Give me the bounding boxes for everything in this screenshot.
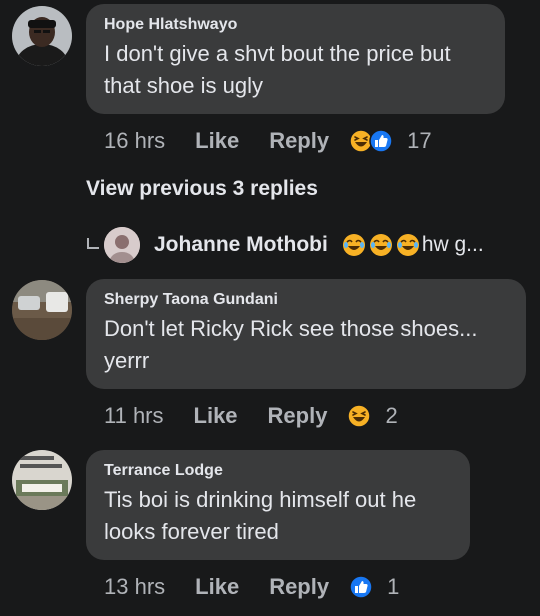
laughing-emoji-icon bbox=[342, 234, 365, 256]
reply-button[interactable]: Reply bbox=[269, 128, 329, 154]
comment-author[interactable]: Terrance Lodge bbox=[104, 462, 452, 480]
comment-text: looks forever tired bbox=[104, 519, 279, 544]
reaction-count: 2 bbox=[385, 403, 398, 428]
comment-text: that shoe is ugly bbox=[104, 73, 263, 98]
like-button[interactable]: Like bbox=[195, 128, 239, 154]
reactions-summary[interactable] bbox=[349, 129, 393, 153]
comments-thread: Hope Hlatshwayo I don't give a shvt bout… bbox=[0, 0, 540, 616]
comment-author[interactable]: Sherpy Taona Gundani bbox=[104, 291, 508, 309]
comment-actions: 16 hrs Like Reply 17 bbox=[104, 126, 432, 156]
comment-bubble: Terrance Lodge Tis boi is drinking himse… bbox=[86, 450, 470, 560]
reply-button[interactable]: Reply bbox=[269, 574, 329, 600]
laughing-emoji-icon bbox=[369, 234, 392, 256]
profile-photo-icon bbox=[12, 6, 72, 66]
like-icon bbox=[369, 129, 393, 153]
profile-photo-icon bbox=[12, 280, 72, 340]
like-button[interactable]: Like bbox=[194, 403, 238, 429]
avatar[interactable] bbox=[12, 280, 72, 340]
comment-text: yerrr bbox=[104, 348, 150, 373]
profile-photo-icon bbox=[12, 450, 72, 510]
avatar[interactable] bbox=[12, 450, 72, 510]
emoji-group bbox=[342, 233, 420, 257]
reactions-summary[interactable] bbox=[349, 575, 373, 599]
reaction-count: 1 bbox=[387, 574, 400, 599]
reply-author[interactable]: Johanne Mothobi bbox=[154, 233, 328, 257]
timestamp[interactable]: 13 hrs bbox=[104, 574, 165, 600]
comment-author[interactable]: Hope Hlatshwayo bbox=[104, 16, 487, 34]
reaction-count: 17 bbox=[407, 128, 432, 153]
comment-actions: 13 hrs Like Reply 1 bbox=[104, 572, 399, 602]
laughing-emoji-icon bbox=[396, 234, 419, 256]
like-button[interactable]: Like bbox=[195, 574, 239, 600]
view-previous-replies-link[interactable]: View previous 3 replies bbox=[86, 177, 318, 201]
timestamp[interactable]: 11 hrs bbox=[104, 403, 164, 429]
comment-text: Don't let Ricky Rick see those shoes... bbox=[104, 316, 478, 341]
comment-bubble: Sherpy Taona Gundani Don't let Ricky Ric… bbox=[86, 279, 526, 389]
comment-bubble: Hope Hlatshwayo I don't give a shvt bout… bbox=[86, 4, 505, 114]
like-icon bbox=[349, 575, 373, 599]
reply-button[interactable]: Reply bbox=[268, 403, 328, 429]
timestamp[interactable]: 16 hrs bbox=[104, 128, 165, 154]
reply-preview-text: hw g... bbox=[421, 233, 484, 256]
comment-text: Tis boi is drinking himself out he bbox=[104, 487, 417, 512]
comment-actions: 11 hrs Like Reply 2 bbox=[104, 401, 398, 431]
haha-icon bbox=[347, 404, 372, 428]
profile-photo-icon bbox=[104, 227, 140, 263]
avatar[interactable] bbox=[12, 6, 72, 66]
avatar[interactable] bbox=[104, 227, 140, 263]
reply-arrow-icon bbox=[87, 238, 99, 249]
reply-preview[interactable]: Johanne Mothobi hw g... bbox=[86, 222, 484, 268]
reactions-summary[interactable] bbox=[347, 404, 372, 428]
comment-text: I don't give a shvt bout the price but bbox=[104, 41, 451, 66]
